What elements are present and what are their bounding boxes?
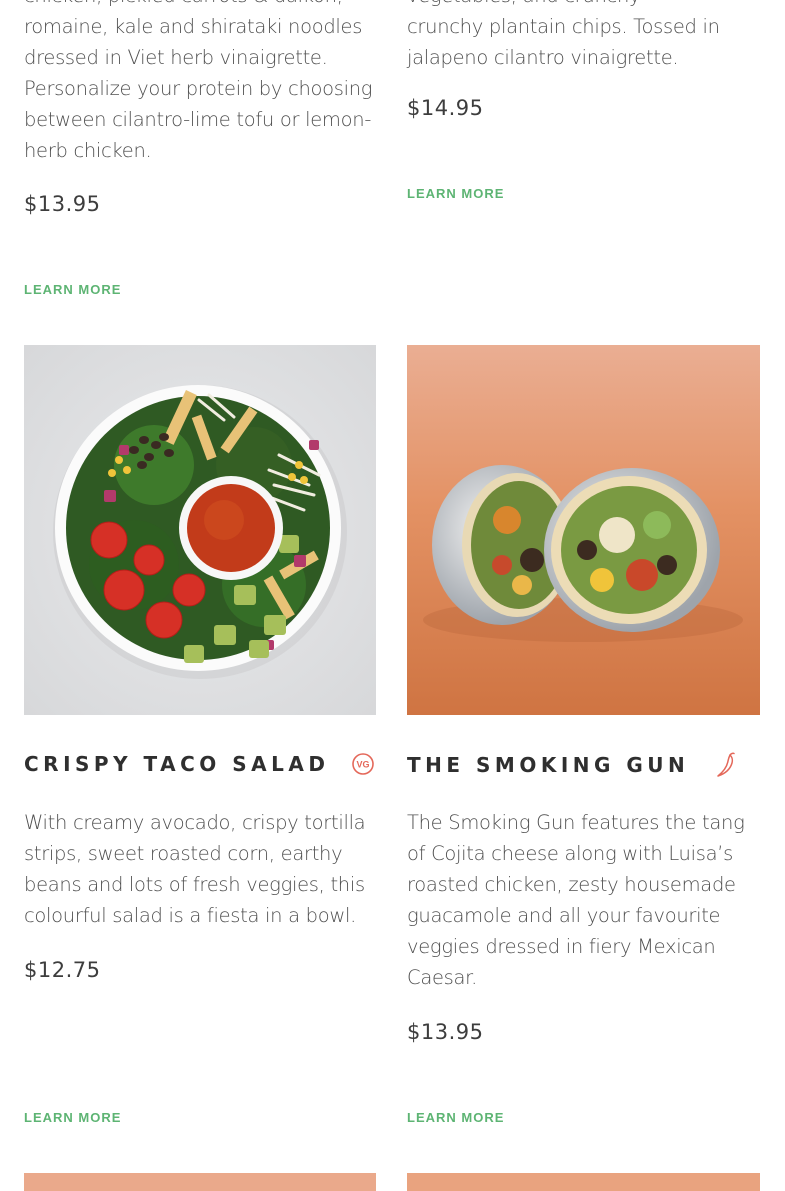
desc-line: crunchy plantain chips. Tossed in [407,15,720,38]
desc-line: guacamole and all your favourite [407,904,721,927]
burrito-image [407,345,760,715]
desc-line: of Cojita cheese along with Luisa’s [407,842,733,865]
desc-line: Personalize your protein by choosing [24,77,373,100]
item-description: The Smoking Gun features the tang of Coj… [407,807,767,993]
desc-line: With creamy avocado, crispy tortilla [24,811,366,834]
item-price: $13.95 [407,1020,484,1044]
card-top-right: vegetables, and crunchy crunchy plantain… [407,0,759,73]
desc-line: between cilantro-lime tofu or lemon- [24,108,372,131]
learn-more-link[interactable]: LEARN MORE [24,282,121,297]
salad-bowl-photo[interactable] [24,345,376,715]
learn-more-link[interactable]: LEARN MORE [407,186,504,201]
item-title-row: CRISPY TACO SALAD VG [24,752,375,776]
desc-line: strips, sweet roasted corn, earthy [24,842,343,865]
desc-line: colourful salad is a fiesta in a bowl. [24,904,357,927]
desc-line: Caesar. [407,966,477,989]
item-price: $12.75 [24,958,101,982]
item-title[interactable]: CRISPY TACO SALAD [24,752,329,776]
vegetarian-badge-icon: VG [351,752,375,776]
chili-pepper-icon [715,752,737,778]
item-title[interactable]: THE SMOKING GUN [407,753,689,777]
desc-line: roasted chicken, zesty housemade [407,873,736,896]
desc-line: herb chicken. [24,139,152,162]
card-description: chicken, pickled carrots & daikon, romai… [24,0,376,166]
desc-line: chicken, pickled carrots & daikon, [24,0,376,11]
learn-more-link[interactable]: LEARN MORE [24,1110,121,1125]
salad-bowl-image [24,345,376,715]
svg-text:VG: VG [357,760,370,770]
desc-line: jalapeno cilantro vinaigrette. [407,46,679,69]
burrito-photo[interactable] [407,345,760,715]
item-description: With creamy avocado, crispy tortilla str… [24,807,376,931]
desc-line: vegetables, and crunchy [407,0,759,11]
desc-line: dressed in Viet herb vinaigrette. [24,46,328,69]
learn-more-link[interactable]: LEARN MORE [407,1110,504,1125]
card-price: $13.95 [24,192,101,216]
desc-line: beans and lots of fresh veggies, this [24,873,365,896]
item-title-row: THE SMOKING GUN [407,752,737,778]
desc-line: The Smoking Gun features the tang [407,811,745,834]
desc-line: romaine, kale and shirataki noodles [24,15,363,38]
next-item-photo[interactable] [24,1173,376,1191]
card-description: vegetables, and crunchy crunchy plantain… [407,0,759,73]
next-item-photo[interactable] [407,1173,760,1191]
card-top-left: chicken, pickled carrots & daikon, romai… [24,0,376,166]
card-price: $14.95 [407,96,484,120]
desc-line: veggies dressed in fiery Mexican [407,935,716,958]
